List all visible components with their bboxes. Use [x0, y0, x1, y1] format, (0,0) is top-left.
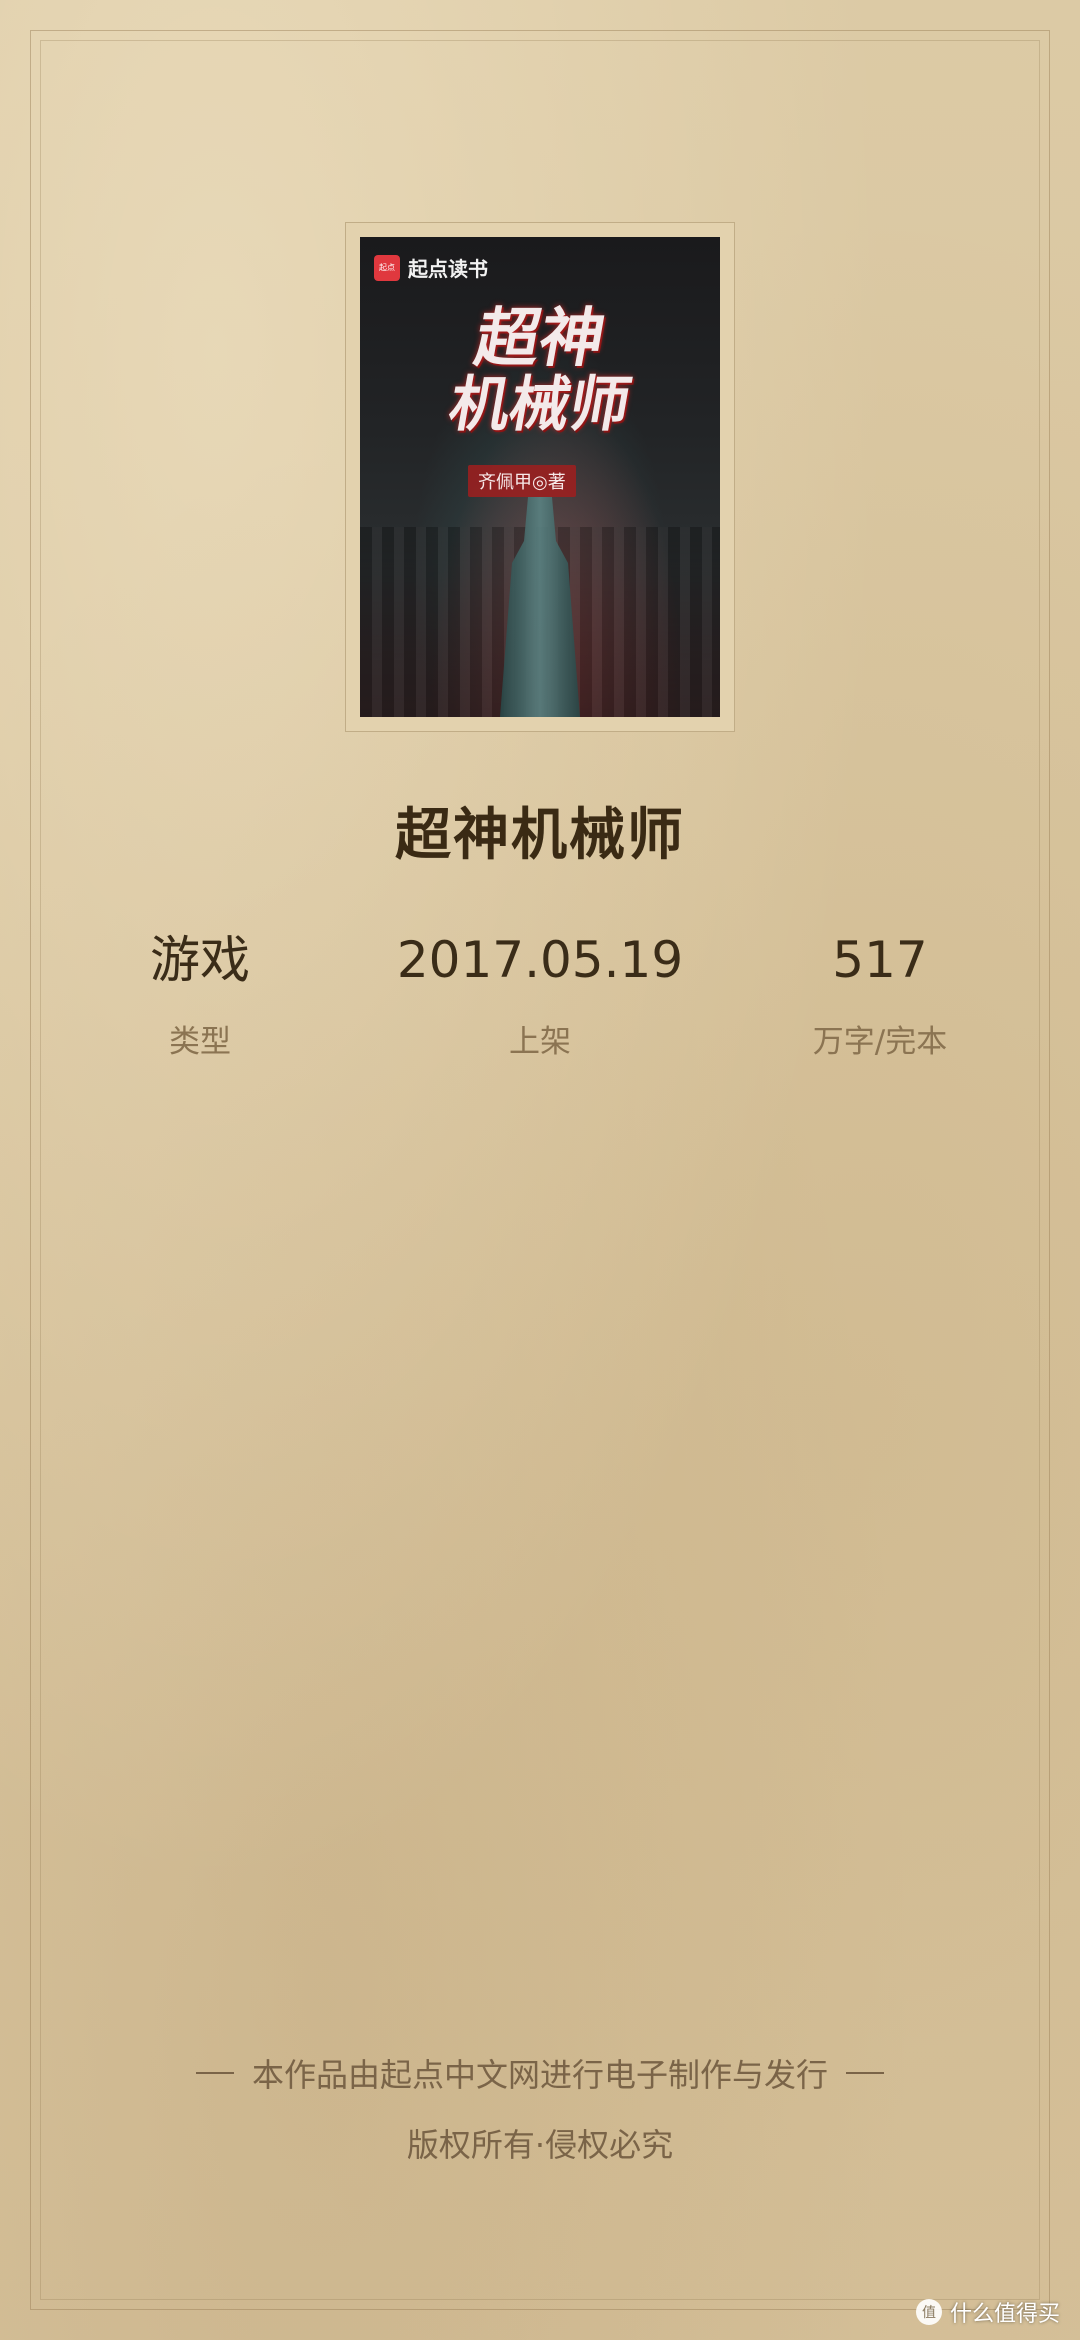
cover-brand-name: 起点读书	[408, 257, 488, 281]
stat-release-value: 2017.05.19	[396, 931, 684, 989]
book-cover-frame: 起点 起点读书 超神 机械师 齐佩甲◎著	[345, 222, 735, 732]
copyright-line1: 本作品由起点中文网进行电子制作与发行	[0, 2050, 1080, 2096]
book-cover-image: 起点 起点读书 超神 机械师 齐佩甲◎著	[360, 237, 720, 717]
copyright-notice: 版权所有·侵权必究	[406, 2126, 674, 2164]
stat-genre-label: 类型	[169, 1024, 231, 1060]
stat-wordcount-value: 517	[832, 931, 928, 989]
cover-title-line2: 机械师	[443, 370, 637, 440]
smzdm-logo-icon: 值	[915, 2299, 942, 2325]
stat-release-label: 上架	[509, 1024, 571, 1060]
watermark-text: 什么值得买	[949, 2302, 1060, 2327]
cover-title-line1: 超神	[469, 302, 611, 376]
qidian-logo-icon: 起点	[374, 254, 400, 281]
divider-dash-right	[846, 2072, 884, 2074]
cover-brand: 起点 起点读书	[374, 253, 488, 282]
book-title: 超神机械师	[395, 803, 685, 868]
stat-release: 2017.05.19 上架	[370, 930, 710, 1061]
copyright-footer: 本作品由起点中文网进行电子制作与发行 版权所有·侵权必究	[0, 2050, 1080, 2166]
copyright-publisher-text: 本作品由起点中文网进行电子制作与发行	[251, 2056, 828, 2094]
stat-genre: 游戏 类型	[30, 930, 370, 1061]
cover-title: 超神 机械师	[360, 302, 720, 440]
stat-genre-value: 游戏	[150, 931, 250, 989]
divider-dash-left	[195, 2072, 234, 2074]
cover-author: 齐佩甲◎著	[468, 465, 576, 497]
stat-wordcount: 517 万字/完本	[710, 930, 1050, 1061]
watermark: 值 什么值得买	[915, 2296, 1060, 2328]
stat-wordcount-label: 万字/完本	[812, 1024, 948, 1060]
